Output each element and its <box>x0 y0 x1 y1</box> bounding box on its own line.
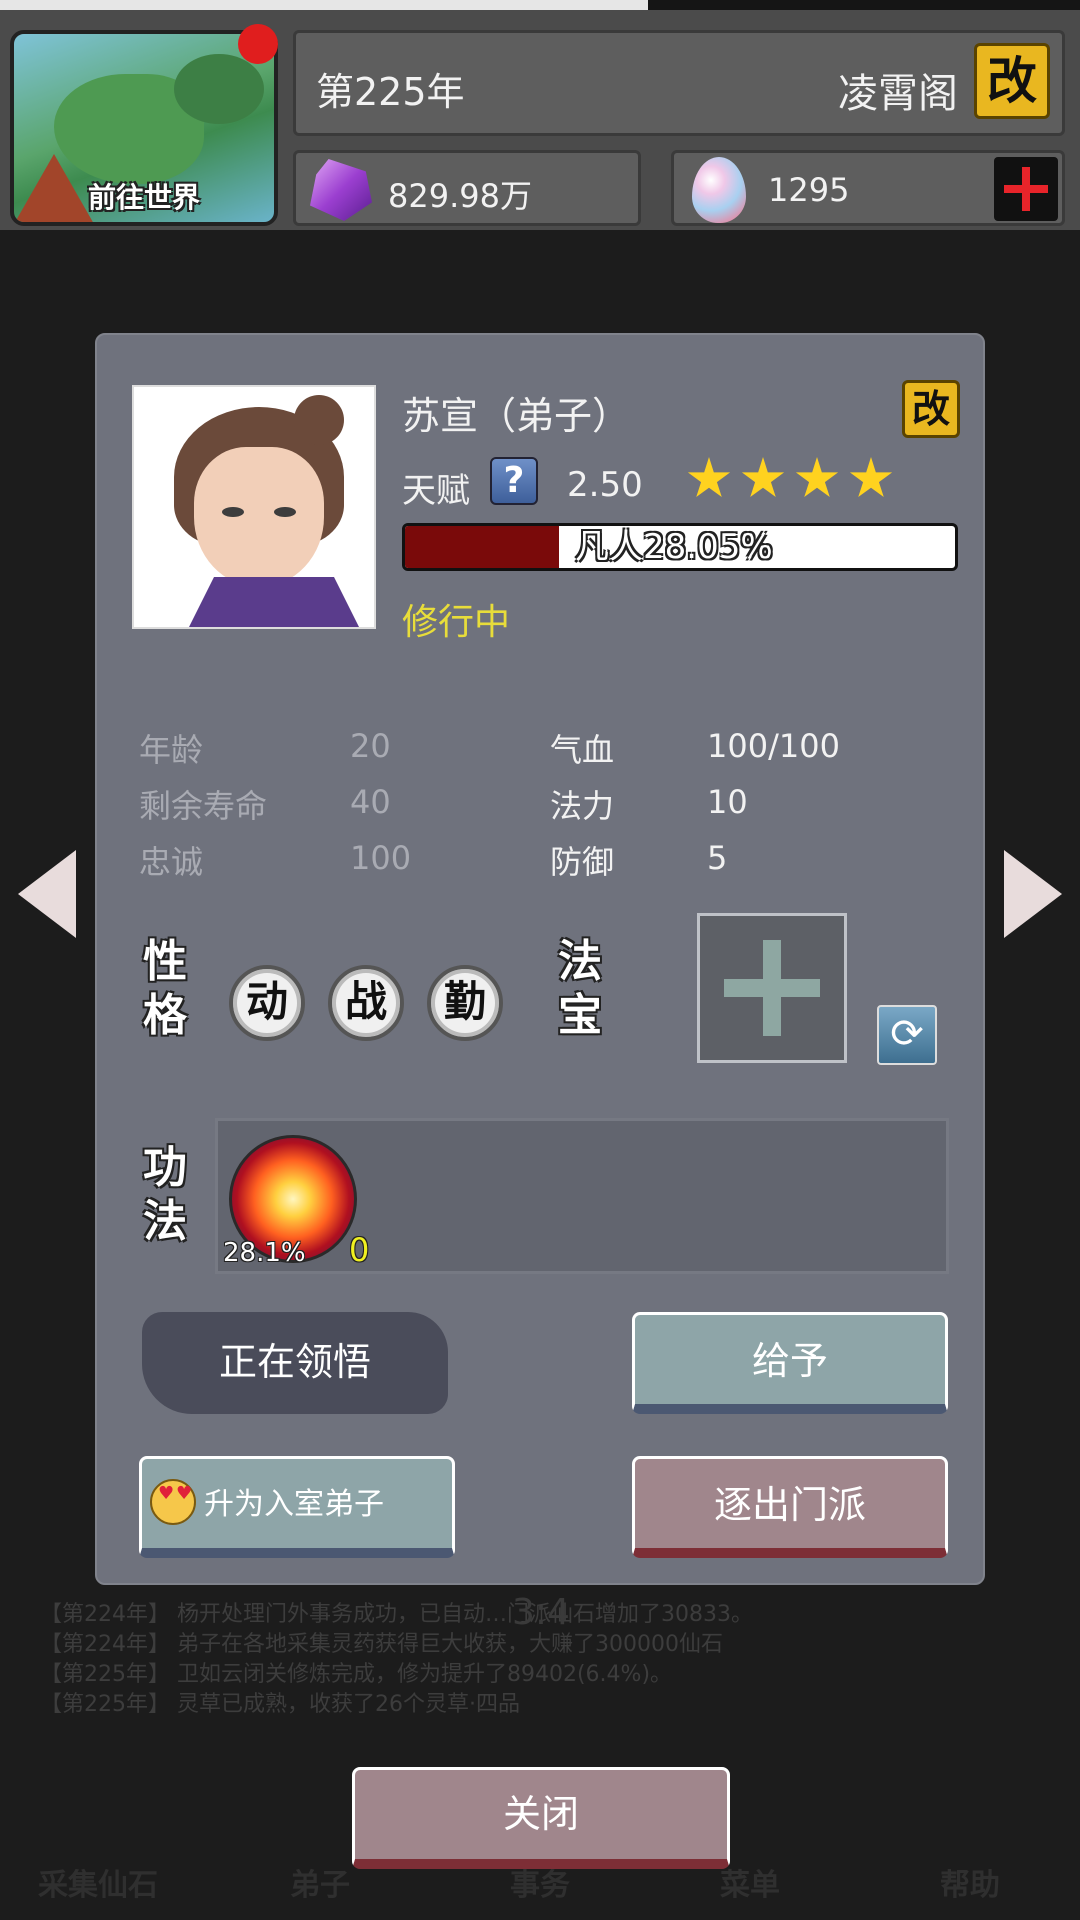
disciple-detail-dialog: 苏宣（弟子） 改 天赋 ? 2.50 凡人28.05% 修行中 年龄 20 剩余… <box>95 333 985 1585</box>
hp-label: 气血 <box>550 731 615 769</box>
log-line: 【第224年】 弟子在各地采集灵药获得巨大收获，大赚了300000仙石 <box>40 1632 723 1657</box>
spirit-stone-counter: 829.98万 <box>293 150 641 226</box>
avatar-bun <box>294 395 344 445</box>
age-label: 年龄 <box>139 731 204 769</box>
heart-eyes-icon <box>150 1479 196 1525</box>
mana-value: 10 <box>707 783 748 821</box>
realm-progress-text: 凡人28.05% <box>575 527 773 567</box>
lifespan-label: 剩余寿命 <box>139 787 268 825</box>
rename-sect-button[interactable]: 改 <box>974 43 1050 119</box>
loading-bar <box>0 0 648 10</box>
notification-dot <box>238 24 278 64</box>
avatar-eye <box>222 507 244 517</box>
log-line: 【第225年】 灵草已成熟，收获了26个灵草·四品 <box>40 1692 520 1717</box>
nav-menu[interactable]: 菜单 <box>720 1860 780 1904</box>
current-year: 第225年 <box>316 70 465 114</box>
add-currency-button[interactable] <box>994 157 1058 221</box>
avatar-eye <box>274 507 296 517</box>
promote-button[interactable]: 升为入室弟子 <box>139 1456 455 1558</box>
trait-badge[interactable]: 动 <box>229 965 305 1041</box>
event-log: 【第224年】 杨开处理门外事务成功，已自动…门派仙石增加了30833。 【第2… <box>40 1600 753 1720</box>
skill-level: 0 <box>349 1231 370 1269</box>
mana-label: 法力 <box>550 787 615 825</box>
world-button-label: 前往世界 <box>87 181 200 214</box>
defense-value: 5 <box>707 839 728 877</box>
refresh-icon[interactable]: ⟳ <box>877 1005 937 1065</box>
promote-button-label: 升为入室弟子 <box>204 1487 384 1522</box>
top-bar: 前往世界 第225年 凌霄阁 改 829.98万 1295 <box>0 10 1080 230</box>
spirit-egg-icon <box>692 157 746 223</box>
next-disciple-arrow-icon[interactable] <box>1004 850 1062 938</box>
star-icon <box>741 457 785 498</box>
go-to-world-button[interactable]: 前往世界 <box>10 30 278 226</box>
trait-badge[interactable]: 勤 <box>427 965 503 1041</box>
ratio-text: 3:4 <box>512 1592 570 1633</box>
nav-gather-stones[interactable]: 采集仙石 <box>38 1860 158 1904</box>
star-icon <box>795 457 839 498</box>
previous-disciple-arrow-icon[interactable] <box>18 850 76 938</box>
expel-button[interactable]: 逐出门派 <box>632 1456 948 1558</box>
avatar-robe <box>174 577 374 627</box>
hp-value: 100/100 <box>707 727 840 765</box>
close-button[interactable]: 关闭 <box>352 1767 730 1869</box>
loyalty-label: 忠诚 <box>139 843 204 881</box>
spirit-stone-value: 829.98万 <box>388 177 532 215</box>
add-treasure-slot[interactable] <box>697 913 847 1063</box>
log-line: 【第225年】 卫如云闭关修炼完成，修为提升了89402(6.4%)。 <box>40 1662 673 1687</box>
skill-label: 功法 <box>143 1142 187 1247</box>
talent-stars <box>687 457 893 501</box>
disciple-status: 修行中 <box>402 602 511 643</box>
disciple-avatar <box>132 385 376 629</box>
star-icon <box>849 457 893 498</box>
log-line: 【第224年】 杨开处理门外事务成功，已自动…门派仙石增加了30833。 <box>40 1602 753 1627</box>
loyalty-value: 100 <box>350 839 412 877</box>
avatar-face <box>194 447 324 587</box>
trait-badge[interactable]: 战 <box>328 965 404 1041</box>
age-value: 20 <box>350 727 391 765</box>
comprehending-button[interactable]: 正在领悟 <box>142 1312 448 1414</box>
talent-help-icon[interactable]: ? <box>490 457 538 505</box>
nav-disciples[interactable]: 弟子 <box>290 1860 350 1904</box>
lifespan-value: 40 <box>350 783 391 821</box>
spirit-egg-counter: 1295 <box>671 150 1065 226</box>
spirit-egg-value: 1295 <box>768 171 850 209</box>
talent-value: 2.50 <box>567 465 643 505</box>
realm-progress-fill <box>405 526 560 568</box>
sect-name: 凌霄阁 <box>838 71 958 117</box>
defense-label: 防御 <box>550 843 615 881</box>
year-panel: 第225年 凌霄阁 改 <box>293 30 1065 136</box>
disciple-name: 苏宣（弟子） <box>402 394 631 438</box>
nav-help[interactable]: 帮助 <box>940 1860 1000 1904</box>
star-icon <box>687 457 731 498</box>
skill-progress: 28.1% <box>223 1238 306 1268</box>
treasure-label: 法宝 <box>558 936 602 1041</box>
map-island-icon <box>174 54 264 124</box>
rename-disciple-button[interactable]: 改 <box>902 380 960 438</box>
talent-label: 天赋 <box>402 471 470 511</box>
give-button[interactable]: 给予 <box>632 1312 948 1414</box>
spirit-stone-icon <box>310 159 372 221</box>
realm-progress-bar: 凡人28.05% <box>402 523 958 571</box>
personality-label: 性格 <box>143 936 187 1041</box>
